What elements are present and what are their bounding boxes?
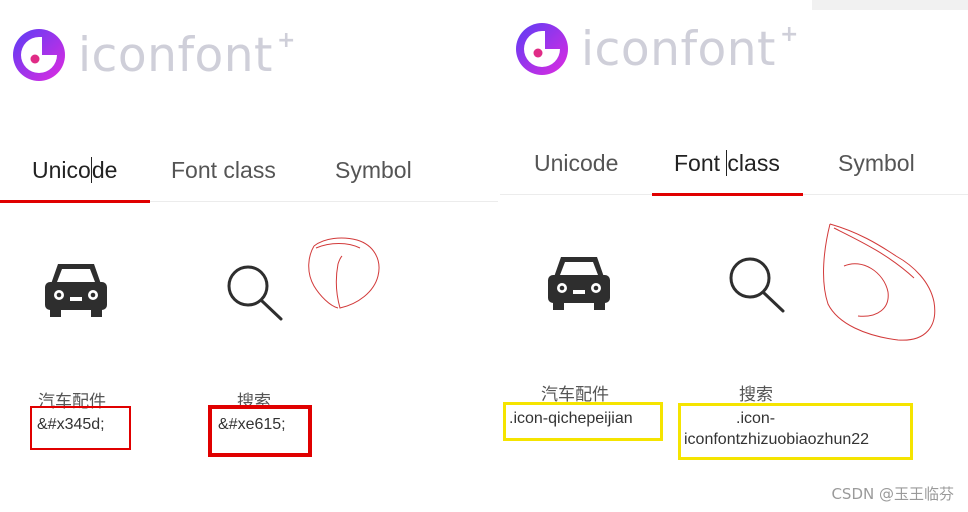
logo-plus: + (779, 21, 799, 47)
car-icon[interactable] (44, 260, 108, 320)
iconfont-logo[interactable]: iconfont + (12, 28, 295, 82)
active-tab-underline (652, 193, 803, 196)
tab-font-class[interactable]: Font class (674, 150, 780, 177)
logo-text: iconfont (581, 21, 776, 77)
right-panel: iconfont + Unicode Font class Symbol 汽车配… (500, 0, 968, 512)
car-icon[interactable] (547, 253, 611, 313)
tab-label-part: de (91, 157, 118, 183)
watermark: CSDN @玉王临芬 (831, 485, 954, 503)
tab-divider (500, 194, 652, 195)
red-highlight-box (208, 405, 312, 457)
tab-symbol[interactable]: Symbol (335, 157, 412, 184)
search-icon[interactable] (728, 256, 786, 314)
tab-symbol[interactable]: Symbol (838, 150, 915, 177)
logo-plus: + (276, 27, 296, 53)
red-scribble-annotation (823, 223, 936, 341)
tab-divider (803, 194, 968, 195)
tab-label-part: Font (674, 150, 727, 176)
red-scribble-annotation (308, 237, 380, 309)
tab-unicode[interactable]: Unicode (32, 157, 117, 184)
active-tab-underline (0, 200, 150, 203)
iconfont-logo-icon (516, 23, 568, 75)
logo-text: iconfont (78, 27, 273, 83)
yellow-highlight-box (503, 402, 663, 441)
iconfont-logo-icon (13, 29, 65, 81)
icon-name-label: 搜索 (739, 385, 773, 405)
tab-unicode[interactable]: Unicode (534, 150, 618, 177)
top-strip (812, 0, 968, 10)
tab-divider (150, 201, 498, 202)
left-panel: iconfont + Unicode Font class Symbol 汽车配… (0, 0, 500, 512)
tab-label-part: class (727, 150, 780, 176)
tab-label-part: Unico (32, 157, 91, 183)
red-highlight-box (30, 406, 131, 450)
iconfont-logo[interactable]: iconfont + (515, 22, 798, 76)
search-icon[interactable] (226, 264, 284, 322)
yellow-highlight-box (678, 403, 913, 460)
tab-font-class[interactable]: Font class (171, 157, 276, 184)
